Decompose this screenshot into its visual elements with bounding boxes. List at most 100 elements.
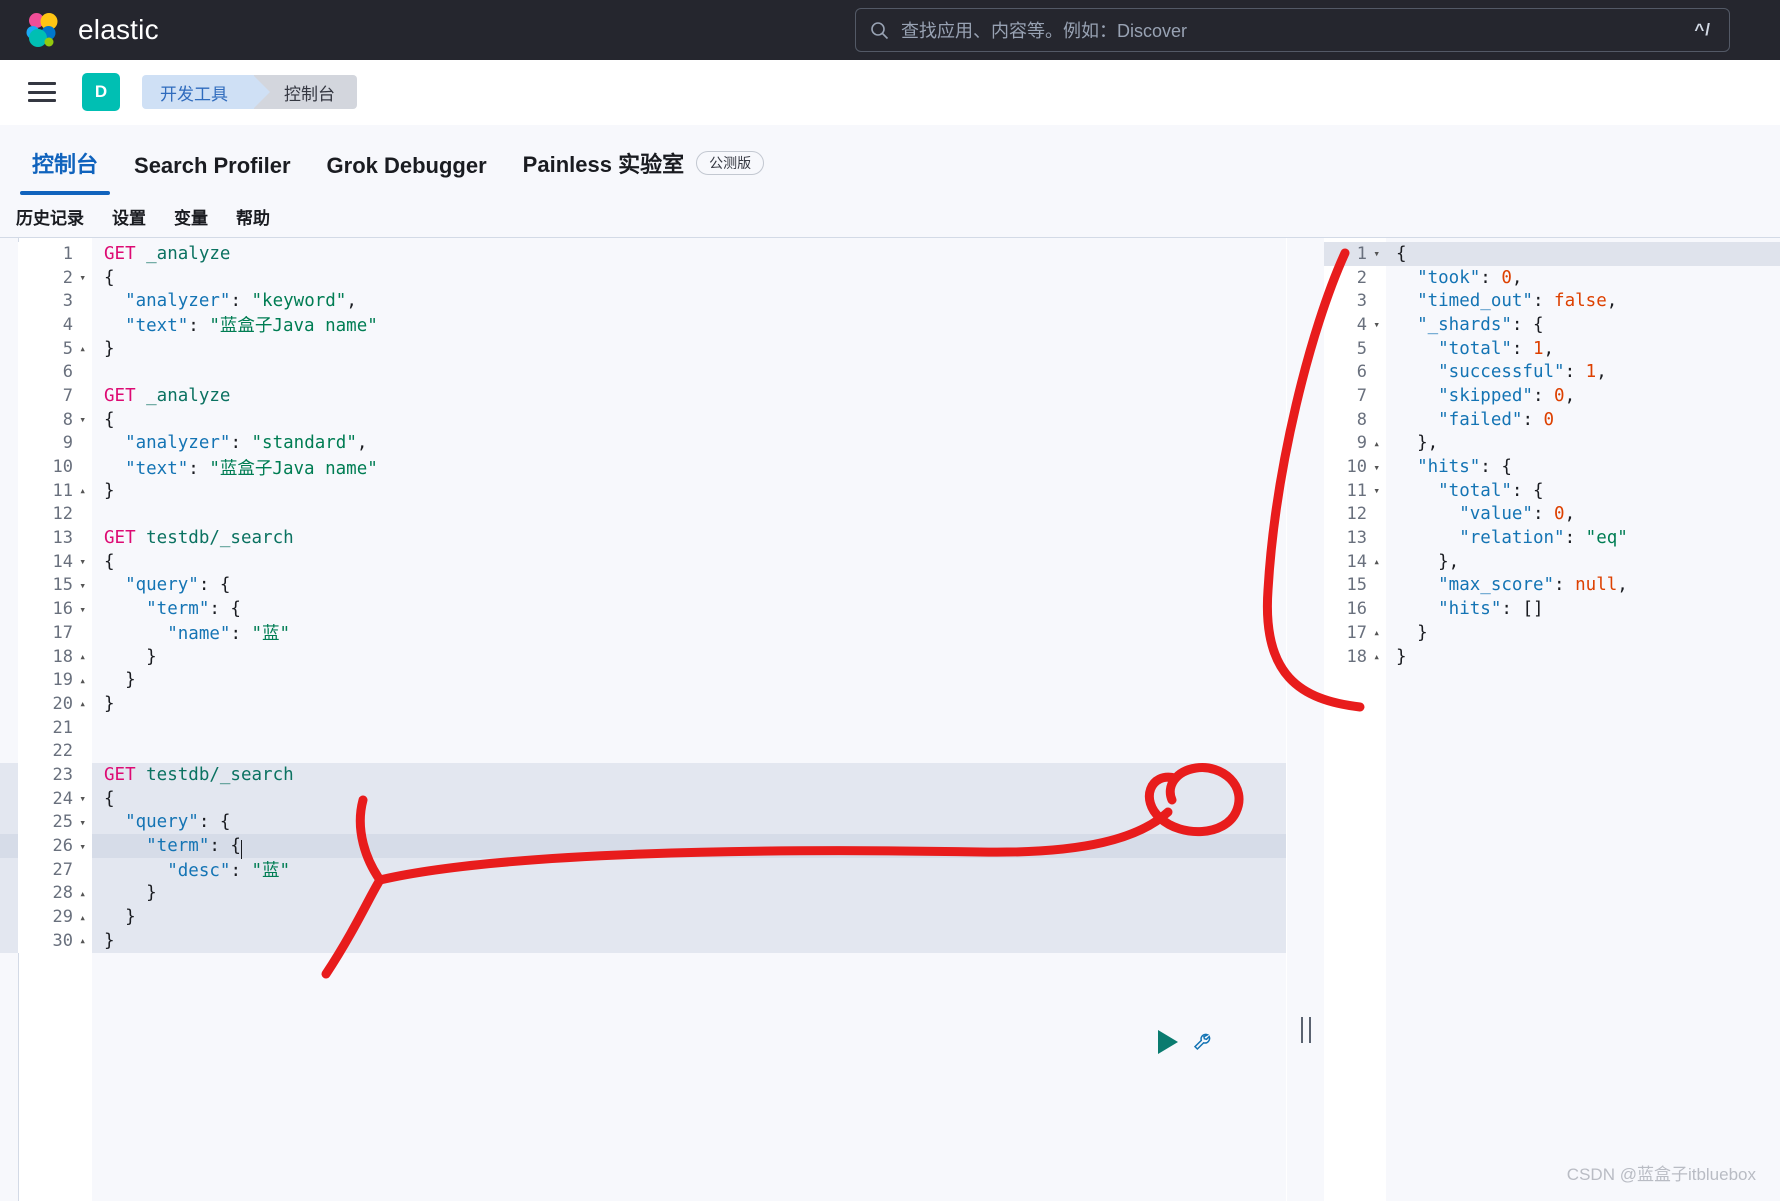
editor-line[interactable]: 21 <box>0 716 1287 740</box>
editor-line[interactable]: 6 <box>0 360 1287 384</box>
request-editor-lines[interactable]: 1GET _analyze2▾{3 "analyzer": "keyword",… <box>0 242 1287 953</box>
fold-expand-icon[interactable]: ▴ <box>77 934 86 947</box>
output-line-text: }, <box>1386 552 1459 572</box>
space-avatar[interactable]: D <box>82 73 120 111</box>
play-run-icon[interactable] <box>1158 1030 1178 1054</box>
elastic-logo-icon <box>22 9 64 51</box>
toolbar-settings[interactable]: 设置 <box>112 204 146 229</box>
editor-line[interactable]: 7GET _analyze <box>0 384 1287 408</box>
fold-expand-icon[interactable]: ▴ <box>77 674 86 687</box>
editor-line-number: 8▾ <box>18 408 92 432</box>
editor-line[interactable]: 27 "desc": "蓝" <box>0 858 1287 882</box>
global-search-input[interactable]: 查找应用、内容等。例如：Discover <box>901 17 1694 43</box>
editor-line[interactable]: 16▾ "term": { <box>0 597 1287 621</box>
code-token: : { <box>199 812 231 832</box>
editor-line[interactable]: 20▴} <box>0 692 1287 716</box>
code-token: 0 <box>1544 410 1555 430</box>
code-token: , <box>346 291 357 311</box>
tab-grok-debugger[interactable]: Grok Debugger <box>309 153 505 195</box>
toolbar-variables[interactable]: 变量 <box>174 204 208 229</box>
pane-splitter[interactable] <box>1286 238 1324 1201</box>
breadcrumb-item-devtools[interactable]: 开发工具 <box>142 75 254 109</box>
editor-line[interactable]: 14▾{ <box>0 550 1287 574</box>
fold-collapse-icon[interactable]: ▾ <box>77 816 86 829</box>
tab-search-profiler[interactable]: Search Profiler <box>116 153 309 195</box>
code-token: } <box>1396 623 1428 643</box>
response-output[interactable]: 1▾{2 "took": 0,3 "timed_out": false,4▾ "… <box>1324 238 1780 1201</box>
fold-collapse-icon[interactable]: ▾ <box>77 603 86 616</box>
editor-line[interactable]: 23GET testdb/_search <box>0 763 1287 787</box>
fold-collapse-icon[interactable]: ▾ <box>1371 484 1380 497</box>
code-token: : { <box>1512 315 1544 335</box>
editor-line-text: } <box>92 647 1287 667</box>
editor-line[interactable]: 18▴ } <box>0 645 1287 669</box>
fold-collapse-icon[interactable]: ▾ <box>77 413 86 426</box>
code-token: , <box>1512 268 1523 288</box>
editor-line[interactable]: 29▴ } <box>0 905 1287 929</box>
request-actions[interactable] <box>1158 1030 1216 1054</box>
editor-line[interactable]: 24▾{ <box>0 787 1287 811</box>
tab-painless-lab[interactable]: Painless 实验室 公测版 <box>505 147 782 195</box>
fold-expand-icon[interactable]: ▴ <box>77 650 86 663</box>
fold-collapse-icon[interactable]: ▾ <box>1371 247 1380 260</box>
toolbar-history[interactable]: 历史记录 <box>16 204 84 229</box>
editor-line[interactable]: 26▾ "term": { <box>0 834 1287 858</box>
request-editor[interactable]: 1GET _analyze2▾{3 "analyzer": "keyword",… <box>0 238 1287 1201</box>
tab-console[interactable]: 控制台 <box>14 147 116 195</box>
editor-line[interactable]: 3 "analyzer": "keyword", <box>0 289 1287 313</box>
toolbar-help[interactable]: 帮助 <box>236 204 270 229</box>
fold-collapse-icon[interactable]: ▾ <box>77 840 86 853</box>
editor-line[interactable]: 4 "text": "蓝盒子Java name" <box>0 313 1287 337</box>
editor-line[interactable]: 19▴ } <box>0 668 1287 692</box>
fold-expand-icon[interactable]: ▴ <box>1371 555 1380 568</box>
fold-collapse-icon[interactable]: ▾ <box>1371 318 1380 331</box>
hamburger-menu-icon[interactable] <box>28 82 56 102</box>
global-search[interactable]: 查找应用、内容等。例如：Discover ^/ <box>855 8 1730 52</box>
editor-line[interactable]: 1GET _analyze <box>0 242 1287 266</box>
editor-line[interactable]: 13GET testdb/_search <box>0 526 1287 550</box>
fold-collapse-icon[interactable]: ▾ <box>1371 461 1380 474</box>
editor-line[interactable]: 12 <box>0 503 1287 527</box>
code-token: GET <box>104 765 136 785</box>
vertical-resize-handle-icon[interactable] <box>1301 1017 1311 1043</box>
fold-expand-icon[interactable]: ▴ <box>77 342 86 355</box>
editor-line-text: "term": { <box>92 599 1287 619</box>
fold-expand-icon[interactable]: ▴ <box>77 484 86 497</box>
editor-line[interactable]: 9 "analyzer": "standard", <box>0 432 1287 456</box>
secondary-nav-bar: D 开发工具 控制台 <box>0 60 1780 125</box>
fold-expand-icon[interactable]: ▴ <box>77 697 86 710</box>
output-line: 6 "successful": 1, <box>1324 360 1780 384</box>
fold-expand-icon[interactable]: ▴ <box>77 911 86 924</box>
output-line-number: 4▾ <box>1324 313 1386 337</box>
editor-line[interactable]: 25▾ "query": { <box>0 811 1287 835</box>
fold-expand-icon[interactable]: ▴ <box>77 887 86 900</box>
fold-expand-icon[interactable]: ▴ <box>1371 437 1380 450</box>
editor-line[interactable]: 8▾{ <box>0 408 1287 432</box>
fold-collapse-icon[interactable]: ▾ <box>77 271 86 284</box>
editor-line[interactable]: 5▴} <box>0 337 1287 361</box>
code-token: "relation" <box>1396 528 1565 548</box>
editor-line-text: "name": "蓝" <box>92 620 1287 645</box>
editor-line[interactable]: 11▴} <box>0 479 1287 503</box>
global-search-box[interactable]: 查找应用、内容等。例如：Discover ^/ <box>855 8 1730 52</box>
code-token: } <box>104 694 115 714</box>
editor-line[interactable]: 28▴ } <box>0 882 1287 906</box>
editor-line[interactable]: 30▴} <box>0 929 1287 953</box>
fold-collapse-icon[interactable]: ▾ <box>77 792 86 805</box>
editor-line-text: GET testdb/_search <box>92 528 1287 548</box>
editor-line-text: { <box>92 552 1287 572</box>
editor-line[interactable]: 22 <box>0 739 1287 763</box>
tab-bar: 控制台 Search Profiler Grok Debugger Painle… <box>0 125 1780 195</box>
fold-expand-icon[interactable]: ▴ <box>1371 650 1380 663</box>
editor-line[interactable]: 17 "name": "蓝" <box>0 621 1287 645</box>
tab-search-profiler-label: Search Profiler <box>134 153 291 179</box>
editor-line[interactable]: 10 "text": "蓝盒子Java name" <box>0 455 1287 479</box>
console-editor-area: 1GET _analyze2▾{3 "analyzer": "keyword",… <box>0 237 1780 1201</box>
editor-line[interactable]: 2▾{ <box>0 266 1287 290</box>
code-token: 0 <box>1554 504 1565 524</box>
fold-collapse-icon[interactable]: ▾ <box>77 579 86 592</box>
editor-line[interactable]: 15▾ "query": { <box>0 574 1287 598</box>
wrench-icon[interactable] <box>1192 1030 1216 1054</box>
fold-collapse-icon[interactable]: ▾ <box>77 555 86 568</box>
fold-expand-icon[interactable]: ▴ <box>1371 626 1380 639</box>
